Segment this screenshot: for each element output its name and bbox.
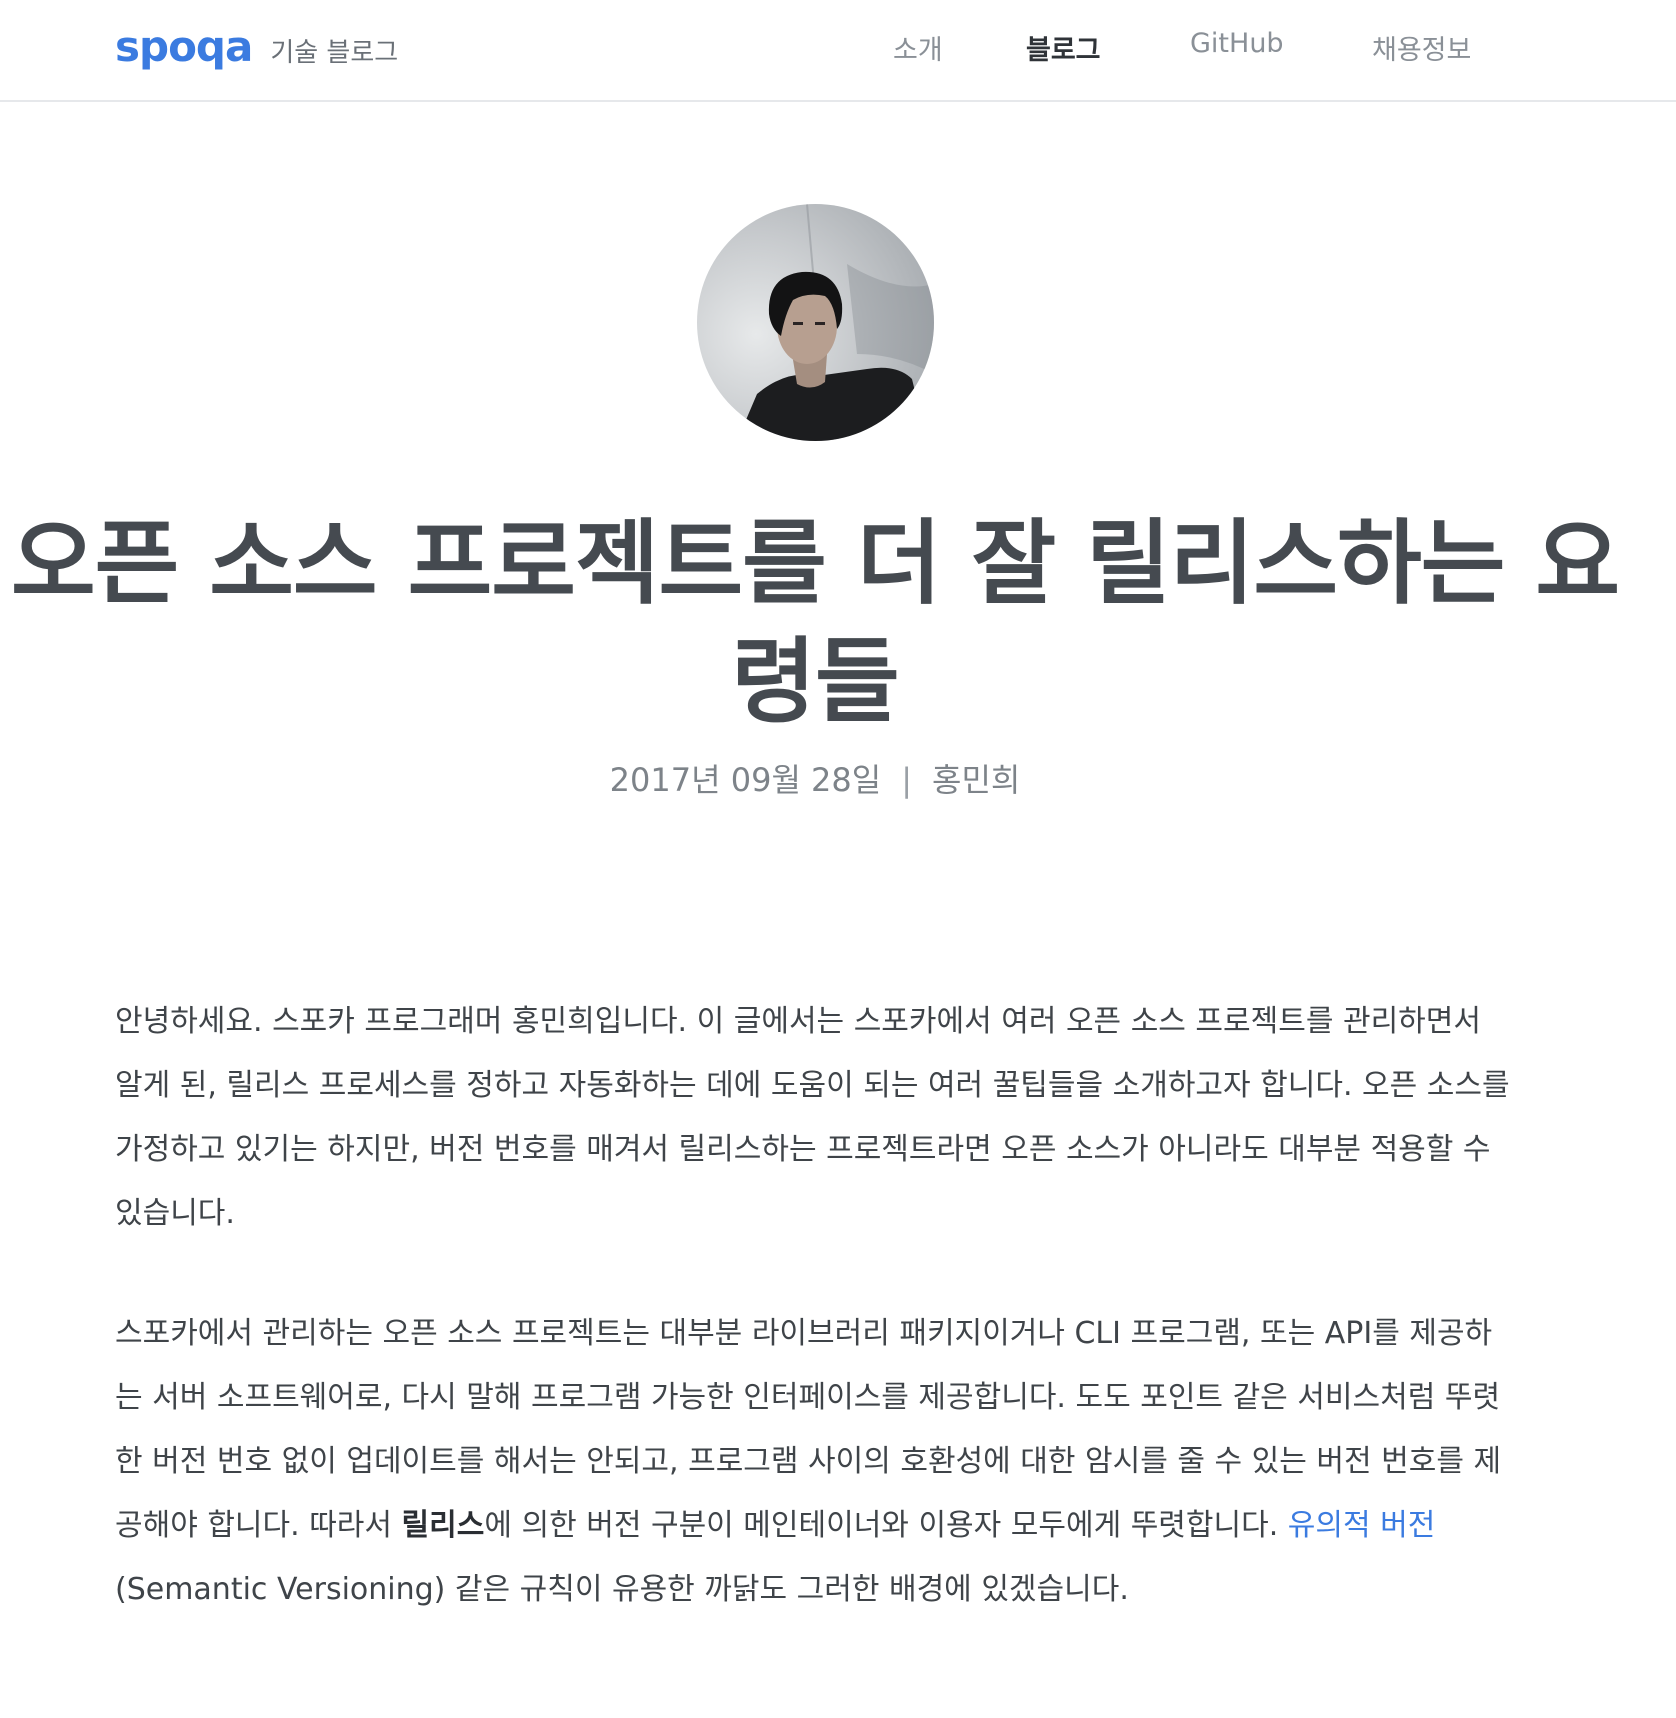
author-photo <box>737 204 934 441</box>
paragraph-text: 에 의한 버전 구분이 메인테이너와 이용자 모두에게 뚜렷합니다. <box>484 1508 1288 1543</box>
post-author: 홍민희 <box>932 761 1021 799</box>
nav-item-blog[interactable]: 블로그 <box>1026 28 1101 67</box>
post-body: 안녕하세요. 스포카 프로그래머 홍민희입니다. 이 글에서는 스포카에서 여러… <box>115 990 1515 1678</box>
nav-item-careers[interactable]: 채용정보 <box>1372 28 1471 67</box>
nav-item-github[interactable]: GitHub <box>1190 28 1284 59</box>
paragraph-intro: 안녕하세요. 스포카 프로그래머 홍민희입니다. 이 글에서는 스포카에서 여러… <box>115 1004 1510 1231</box>
post-meta: 2017년 09월 28일 | 홍민희 <box>0 755 1630 801</box>
site-header: spoqa 기술 블로그 소개 블로그 GitHub 채용정보 <box>0 0 1676 102</box>
meta-separator: | <box>901 761 912 799</box>
post-title: 오픈 소스 프로젝트를 더 잘 릴리스하는 요령들 <box>10 510 1620 735</box>
semver-link[interactable]: 유의적 버전 <box>1288 1508 1436 1543</box>
paragraph-text: (Semantic Versioning) 같은 규칙이 유용한 까닭도 그러한… <box>115 1572 1129 1607</box>
paragraph-second: 스포카에서 관리하는 오픈 소스 프로젝트는 대부분 라이브러리 패키지이거나 … <box>115 1302 1515 1622</box>
author-avatar <box>697 204 934 441</box>
bold-term-release: 릴리스 <box>401 1508 485 1543</box>
main-nav: 소개 블로그 GitHub 채용정보 <box>0 28 1676 68</box>
nav-item-about[interactable]: 소개 <box>893 28 943 67</box>
post-date: 2017년 09월 28일 <box>609 761 882 799</box>
